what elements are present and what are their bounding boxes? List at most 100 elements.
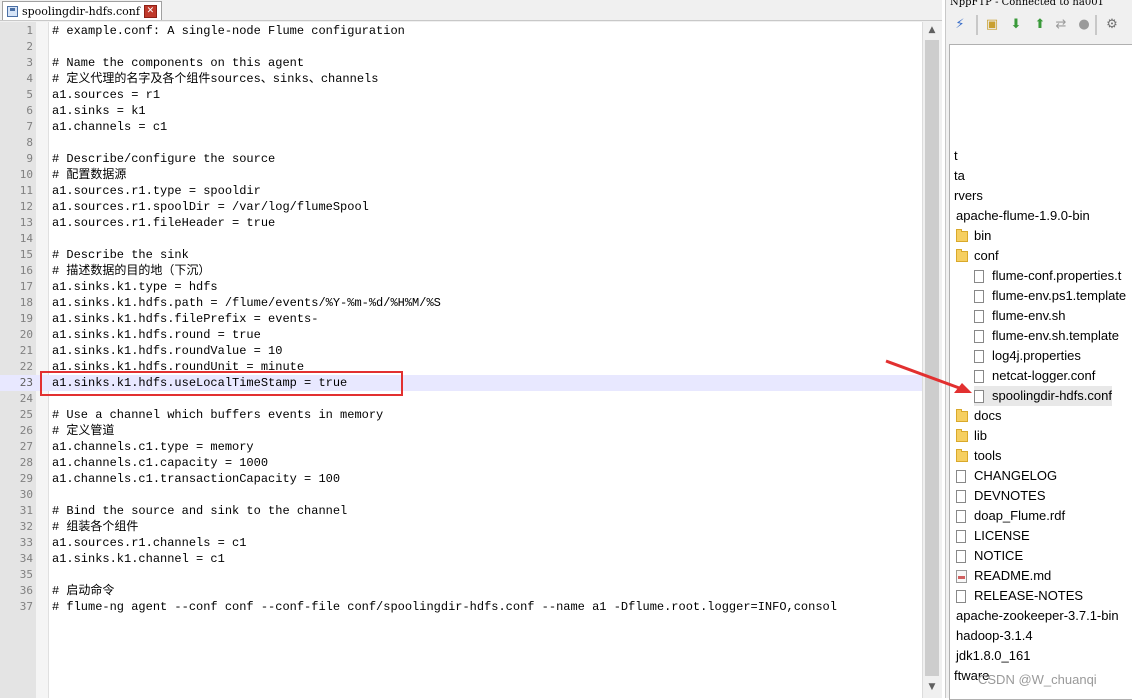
tree-folder[interactable]: lib — [956, 426, 987, 446]
code-line[interactable]: 11 a1.sources.r1.type = spooldir — [0, 183, 922, 199]
code-text: # Describe the sink — [52, 248, 189, 262]
code-line[interactable]: 27 a1.channels.c1.type = memory — [0, 439, 922, 455]
nppftp-toolbar: ⚡ ▣ ⬇ ⬆ ⇄ ● ⚙ — [946, 12, 1132, 40]
tree-folder[interactable]: docs — [956, 406, 1001, 426]
tree-file[interactable]: LICENSE — [956, 526, 1030, 546]
refresh-icon[interactable]: ⇄ — [1053, 17, 1069, 33]
upload-icon[interactable]: ⬆ — [1032, 17, 1048, 33]
code-line[interactable]: 15 # Describe the sink — [0, 247, 922, 263]
code-line[interactable]: 9 # Describe/configure the source — [0, 151, 922, 167]
close-tab-icon[interactable]: ✕ — [143, 4, 157, 18]
tree-label: RELEASE-NOTES — [974, 588, 1084, 603]
tree-node[interactable]: rvers — [954, 186, 983, 206]
tree-folder[interactable]: tools — [956, 446, 1001, 466]
tree-label: LICENSE — [974, 528, 1030, 543]
line-number: 2 — [26, 40, 33, 53]
tree-label: netcat-logger.conf — [992, 368, 1096, 383]
code-line[interactable]: 20 a1.sinks.k1.hdfs.round = true — [0, 327, 922, 343]
code-line[interactable]: 10 # 配置数据源 — [0, 167, 922, 183]
tree-file[interactable]: flume-env.sh — [974, 306, 1065, 326]
scroll-thumb[interactable] — [925, 40, 939, 676]
line-number: 13 — [19, 216, 33, 229]
line-number: 11 — [19, 184, 33, 197]
code-line[interactable]: 25 # Use a channel which buffers events i… — [0, 407, 922, 423]
tree-file[interactable]: README.md — [956, 566, 1051, 586]
file-icon — [974, 269, 984, 283]
tree-file[interactable]: netcat-logger.conf — [974, 366, 1095, 386]
line-number: 15 — [19, 248, 33, 261]
code-line[interactable]: 2 — [0, 39, 922, 55]
vertical-scrollbar[interactable]: ▲ ▼ — [922, 22, 941, 698]
code-line[interactable]: 4 # 定义代理的名字及各个组件sources、sinks、channels — [0, 71, 922, 87]
tree-node[interactable]: ta — [954, 166, 965, 186]
code-line[interactable]: 37 # flume-ng agent --conf conf --conf-fi… — [0, 599, 922, 615]
code-line[interactable]: 3 # Name the components on this agent — [0, 55, 922, 71]
code-line[interactable]: 14 — [0, 231, 922, 247]
abort-icon[interactable]: ● — [1076, 17, 1092, 33]
scroll-up-arrow-icon[interactable]: ▲ — [923, 22, 941, 39]
tree-folder[interactable]: conf — [956, 246, 999, 266]
code-line[interactable]: 33 a1.sources.r1.channels = c1 — [0, 535, 922, 551]
csdn-watermark: CSDN @W_chuanqi — [978, 672, 1097, 687]
tree-file[interactable]: RELEASE-NOTES — [956, 586, 1083, 606]
tree-file[interactable]: doap_Flume.rdf — [956, 506, 1065, 526]
code-line[interactable]: 23 a1.sinks.k1.hdfs.useLocalTimeStamp = t… — [0, 375, 922, 391]
tree-file[interactable]: flume-env.ps1.template — [974, 286, 1126, 306]
code-line[interactable]: 29 a1.channels.c1.transactionCapacity = 1… — [0, 471, 922, 487]
tree-file[interactable]: log4j.properties — [974, 346, 1081, 366]
code-line[interactable]: 8 — [0, 135, 922, 151]
markdown-file-icon — [956, 569, 967, 583]
tree-file[interactable]: NOTICE — [956, 546, 1023, 566]
code-line[interactable]: 31 # Bind the source and sink to the chan… — [0, 503, 922, 519]
code-line[interactable]: 30 — [0, 487, 922, 503]
code-line[interactable]: 5 a1.sources = r1 — [0, 87, 922, 103]
code-line[interactable]: 26 # 定义管道 — [0, 423, 922, 439]
code-line[interactable]: 13 a1.sources.r1.fileHeader = true — [0, 215, 922, 231]
code-line[interactable]: 35 — [0, 567, 922, 583]
tab-spoolingdir-hdfs-conf[interactable]: spoolingdir-hdfs.conf ✕ — [2, 1, 162, 20]
tree-label: CHANGELOG — [974, 468, 1058, 483]
tree-label: flume-env.ps1.template — [992, 288, 1127, 303]
tree-node[interactable]: apache-zookeeper-3.7.1-bin — [956, 606, 1119, 626]
code-line[interactable]: 6 a1.sinks = k1 — [0, 103, 922, 119]
line-number: 3 — [26, 56, 33, 69]
code-line[interactable]: 32 # 组装各个组件 — [0, 519, 922, 535]
code-editor[interactable]: 1 # example.conf: A single-node Flume con… — [0, 22, 922, 698]
code-line[interactable]: 12 a1.sources.r1.spoolDir = /var/log/flum… — [0, 199, 922, 215]
line-number: 23 — [19, 376, 33, 389]
connect-icon[interactable]: ⚡ — [952, 17, 968, 33]
code-line[interactable]: 16 # 描述数据的目的地（下沉） — [0, 263, 922, 279]
tree-label: spoolingdir-hdfs.conf — [992, 388, 1112, 403]
code-line[interactable]: 17 a1.sinks.k1.type = hdfs — [0, 279, 922, 295]
tree-node[interactable]: hadoop-3.1.4 — [956, 626, 1033, 646]
scroll-down-arrow-icon[interactable]: ▼ — [923, 679, 941, 696]
code-line[interactable]: 1 # example.conf: A single-node Flume con… — [0, 23, 922, 39]
code-line[interactable]: 19 a1.sinks.k1.hdfs.filePrefix = events- — [0, 311, 922, 327]
tree-node[interactable]: t — [954, 146, 958, 166]
code-line[interactable]: 28 a1.channels.c1.capacity = 1000 — [0, 455, 922, 471]
tree-label: rvers — [954, 188, 983, 203]
code-line[interactable]: 18 a1.sinks.k1.hdfs.path = /flume/events/… — [0, 295, 922, 311]
editor-pane: spoolingdir-hdfs.conf ✕ 1 # example.conf:… — [0, 0, 942, 698]
tree-label: hadoop-3.1.4 — [956, 628, 1033, 643]
line-number: 35 — [19, 568, 33, 581]
code-line[interactable]: 21 a1.sinks.k1.hdfs.roundValue = 10 — [0, 343, 922, 359]
tree-node[interactable]: jdk1.8.0_161 — [956, 646, 1030, 666]
tree-folder[interactable]: bin — [956, 226, 991, 246]
code-line[interactable]: 22 a1.sinks.k1.hdfs.roundUnit = minute — [0, 359, 922, 375]
tree-label: flume-conf.properties.t — [992, 268, 1122, 283]
download-icon[interactable]: ⬇ — [1008, 17, 1024, 33]
settings-icon[interactable]: ⚙ — [1104, 17, 1120, 33]
tree-file[interactable]: CHANGELOG — [956, 466, 1057, 486]
open-folder-icon[interactable]: ▣ — [984, 17, 1000, 33]
tree-node[interactable]: apache-flume-1.9.0-bin — [956, 206, 1090, 226]
tree-file[interactable]: flume-env.sh.template — [974, 326, 1119, 346]
code-line[interactable]: 24 — [0, 391, 922, 407]
code-line[interactable]: 36 # 启动命令 — [0, 583, 922, 599]
tree-file[interactable]: DEVNOTES — [956, 486, 1046, 506]
code-line[interactable]: 7 a1.channels = c1 — [0, 119, 922, 135]
code-text: a1.sinks.k1.hdfs.filePrefix = events- — [52, 312, 319, 326]
tree-file[interactable]: flume-conf.properties.t — [974, 266, 1121, 286]
tree-file[interactable]: spoolingdir-hdfs.conf — [974, 386, 1112, 406]
code-line[interactable]: 34 a1.sinks.k1.channel = c1 — [0, 551, 922, 567]
